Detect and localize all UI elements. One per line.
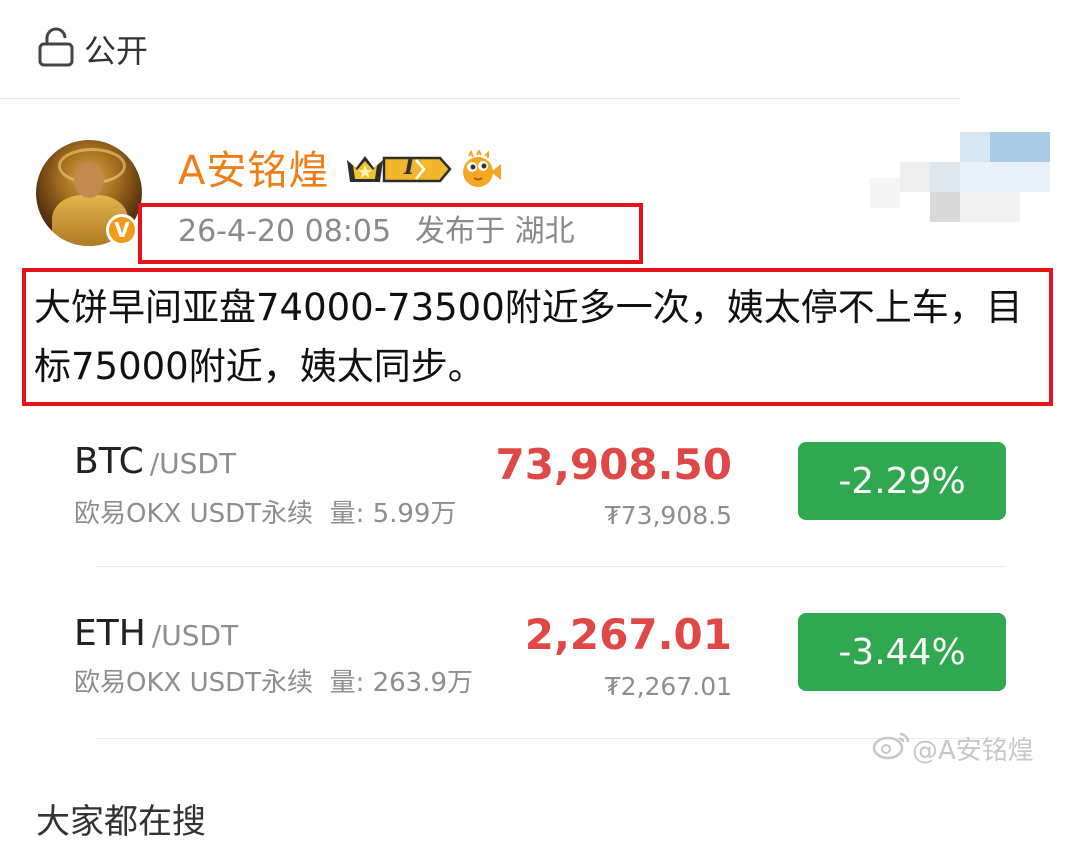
post-location: 发布于 湖北 [415, 214, 575, 249]
change-button[interactable]: -2.29% [798, 442, 1006, 520]
watermark: @A安铭煌 [872, 730, 1034, 767]
lock-open-icon [38, 27, 74, 71]
pufferfish-icon [458, 148, 502, 190]
market-price: 73,908.50 [495, 440, 732, 489]
change-button[interactable]: -3.44% [798, 613, 1006, 691]
market-fiat-price: ₮73,908.5 [604, 501, 732, 530]
post-meta: 26-4-20 08:05 发布于 湖北 [178, 211, 575, 253]
divider [0, 98, 960, 99]
market-fiat-price: ₮2,267.01 [604, 672, 732, 701]
market-symbol: BTC [74, 441, 144, 482]
market-source: 欧易OKX USDT永续 量: 5.99万 [74, 497, 456, 531]
market-card-eth[interactable]: ETH/USDT [74, 612, 238, 658]
divider [96, 738, 1006, 739]
market-symbol: ETH [74, 613, 146, 654]
market-pair: /USDT [149, 447, 237, 480]
divider [96, 566, 1006, 567]
market-source-name: 欧易OKX USDT永续 [74, 668, 314, 698]
market-pair: /USDT [151, 619, 239, 652]
watermark-text: @A安铭煌 [912, 736, 1034, 766]
market-card-btc[interactable]: BTC/USDT [74, 440, 236, 486]
author-name[interactable]: A安铭煌 [178, 146, 329, 196]
crown-level-badge[interactable]: I [344, 150, 452, 188]
verified-icon: V [106, 214, 138, 246]
post-text: 大饼早间亚盘74000-73500附近多一次，姨太停不上车，目标75000附近，… [34, 286, 1023, 388]
weibo-icon [872, 730, 912, 767]
level-text: I [404, 154, 415, 180]
visibility-label: 公开 [84, 32, 149, 70]
market-price: 2,267.01 [524, 610, 732, 659]
market-source: 欧易OKX USDT永续 量: 263.9万 [74, 666, 473, 700]
section-title: 大家都在搜 [36, 802, 206, 842]
post-timestamp: 26-4-20 08:05 [178, 214, 392, 249]
blurred-region [840, 128, 1060, 228]
visibility-setting[interactable]: 公开 [38, 26, 148, 72]
market-source-name: 欧易OKX USDT永续 [74, 499, 314, 529]
